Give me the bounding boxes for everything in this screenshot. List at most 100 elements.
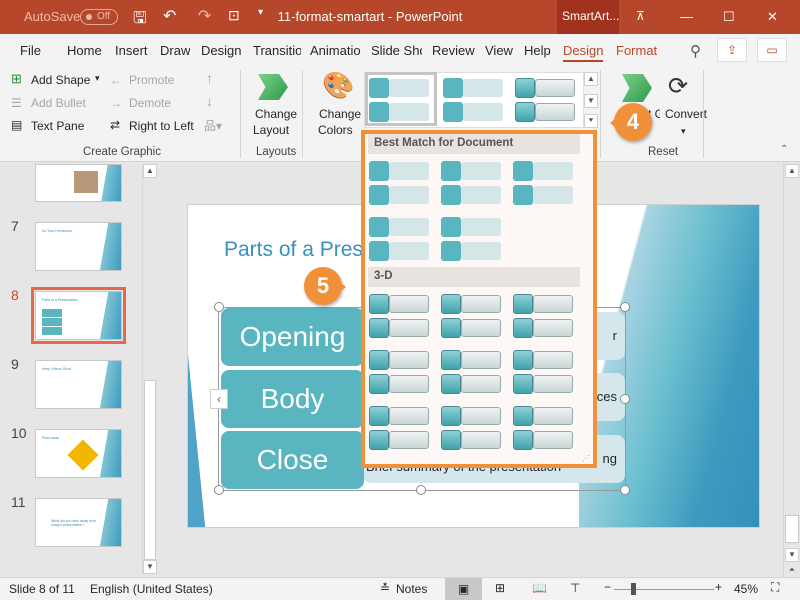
- move-up-button[interactable]: ↑: [206, 70, 213, 86]
- style-simple-fill[interactable]: [365, 72, 437, 126]
- slide-thumb-6[interactable]: [35, 164, 122, 202]
- smartart-style-option[interactable]: [513, 161, 575, 207]
- smartart-style-option[interactable]: [441, 350, 503, 396]
- change-colors-button[interactable]: Change: [319, 107, 361, 121]
- reading-view-button[interactable]: 📖: [532, 581, 547, 595]
- slide-thumb-10[interactable]: Plain Away: [35, 429, 122, 478]
- smartart-shape-close[interactable]: Close: [221, 431, 364, 489]
- smartart-shape-body[interactable]: Body: [221, 370, 364, 428]
- smartart-style-option[interactable]: [369, 350, 431, 396]
- slide-scrollbar[interactable]: ▲ ▼ ⏶: [783, 162, 800, 577]
- resize-handle[interactable]: [620, 485, 630, 495]
- close-button[interactable]: ✕: [767, 9, 778, 25]
- search-icon[interactable]: ⚲: [690, 42, 701, 60]
- add-shape-dropdown[interactable]: ▾: [95, 73, 100, 84]
- resize-handle[interactable]: [416, 485, 426, 495]
- tab-home[interactable]: Home: [67, 43, 102, 58]
- convert-dropdown[interactable]: ▾: [681, 126, 686, 137]
- promote-button[interactable]: Promote: [129, 73, 174, 87]
- slide-thumb-9[interactable]: Keep Videos Short: [35, 360, 122, 409]
- smartart-style-option[interactable]: [513, 406, 575, 452]
- slide-thumb-7[interactable]: Do Your Homework: [35, 222, 122, 271]
- tab-review[interactable]: Review: [432, 43, 475, 58]
- change-colors-label-2[interactable]: Colors: [318, 123, 353, 137]
- style-subtle-effect[interactable]: [515, 76, 577, 122]
- smartart-style-option[interactable]: [441, 294, 503, 340]
- add-shape-button[interactable]: Add Shape: [31, 73, 90, 87]
- resize-handle[interactable]: [214, 485, 224, 495]
- scroll-down-arrow[interactable]: ▼: [143, 560, 157, 574]
- resize-handle[interactable]: [214, 302, 224, 312]
- slide-sorter-button[interactable]: ⊞: [495, 581, 505, 595]
- demote-button[interactable]: Demote: [129, 96, 171, 110]
- smartart-style-option[interactable]: [513, 350, 575, 396]
- resize-handle[interactable]: [620, 394, 630, 404]
- ribbon-display-icon[interactable]: ⊼: [636, 9, 645, 23]
- previous-slide-button[interactable]: ⏶: [785, 564, 799, 578]
- tab-transitions[interactable]: Transitio: [253, 43, 301, 58]
- zoom-level[interactable]: 45%: [734, 582, 758, 596]
- tab-smartart-design[interactable]: Design: [563, 43, 604, 62]
- text-pane-expand-button[interactable]: ‹: [210, 389, 228, 409]
- zoom-in-button[interactable]: +: [715, 580, 722, 594]
- palette-icon: 🎨: [322, 70, 355, 100]
- smartart-style-option[interactable]: [369, 294, 431, 340]
- convert-icon: ⟳: [668, 73, 689, 100]
- style-white-outline[interactable]: [443, 76, 505, 122]
- share-button[interactable]: ⇪: [717, 38, 747, 62]
- gallery-scroll-down[interactable]: ▼: [584, 94, 598, 108]
- save-icon[interactable]: 🖫: [133, 7, 147, 34]
- collapse-ribbon-button[interactable]: ⌃: [780, 144, 788, 155]
- smartart-style-option[interactable]: [369, 161, 431, 207]
- notes-button[interactable]: Notes: [396, 582, 427, 596]
- comments-button[interactable]: ▭: [757, 38, 787, 62]
- smartart-style-option[interactable]: [369, 217, 431, 263]
- autosave-toggle[interactable]: Off: [80, 9, 118, 25]
- right-to-left-button[interactable]: Right to Left: [129, 119, 194, 133]
- tab-slide-show[interactable]: Slide Sho: [371, 43, 422, 58]
- normal-view-button[interactable]: ▣: [445, 578, 482, 600]
- minimize-button[interactable]: —: [680, 9, 693, 24]
- scroll-down-arrow[interactable]: ▼: [785, 548, 799, 562]
- change-layout-label-2[interactable]: Layout: [253, 123, 289, 137]
- scroll-up-arrow[interactable]: ▲: [143, 164, 157, 178]
- smartart-style-option[interactable]: [513, 294, 575, 340]
- resize-grip-icon[interactable]: ⋰: [582, 454, 590, 463]
- move-down-button[interactable]: ↓: [206, 93, 213, 109]
- language-indicator[interactable]: English (United States): [90, 582, 213, 596]
- scroll-thumb[interactable]: [785, 515, 799, 543]
- tab-animations[interactable]: Animatio: [310, 43, 362, 58]
- smartart-style-option[interactable]: [441, 406, 503, 452]
- maximize-button[interactable]: ☐: [723, 9, 735, 25]
- zoom-out-button[interactable]: −: [604, 580, 611, 594]
- tab-help[interactable]: Help: [524, 43, 551, 58]
- tab-insert[interactable]: Insert: [115, 43, 148, 58]
- slide-thumb-11[interactable]: What did you take away from today's pres…: [35, 498, 122, 547]
- undo-icon[interactable]: ↶: [163, 6, 176, 26]
- gallery-more-button[interactable]: ⯆: [584, 114, 598, 128]
- zoom-slider[interactable]: [614, 589, 714, 590]
- tab-format[interactable]: Format: [616, 43, 657, 58]
- smartart-shape-opening[interactable]: Opening: [221, 308, 364, 366]
- scroll-up-arrow[interactable]: ▲: [785, 164, 799, 178]
- thumbnail-scrollbar[interactable]: ▲ ▼: [142, 164, 158, 574]
- zoom-slider-thumb[interactable]: [631, 583, 636, 595]
- scroll-thumb[interactable]: [144, 380, 156, 560]
- smartart-style-option[interactable]: [369, 406, 431, 452]
- slide-thumb-8[interactable]: Parts of a Presentation: [31, 287, 126, 344]
- tab-file[interactable]: File: [20, 43, 41, 58]
- convert-button[interactable]: Convert: [665, 107, 707, 121]
- resize-handle[interactable]: [620, 302, 630, 312]
- tab-view[interactable]: View: [485, 43, 513, 58]
- add-bullet-button[interactable]: Add Bullet: [31, 96, 86, 110]
- gallery-scroll-up[interactable]: ▲: [584, 72, 598, 86]
- text-pane-button[interactable]: Text Pane: [31, 119, 84, 133]
- change-layout-button[interactable]: Change: [255, 107, 297, 121]
- smartart-style-option[interactable]: [441, 217, 503, 263]
- slideshow-button[interactable]: ⊤: [570, 581, 580, 595]
- fit-slide-button[interactable]: ⛶: [771, 580, 779, 595]
- tab-design-main[interactable]: Design: [201, 43, 241, 58]
- tab-draw[interactable]: Draw: [160, 43, 190, 58]
- layout-hierarchy-button[interactable]: 品▾: [204, 117, 222, 134]
- smartart-style-option[interactable]: [441, 161, 503, 207]
